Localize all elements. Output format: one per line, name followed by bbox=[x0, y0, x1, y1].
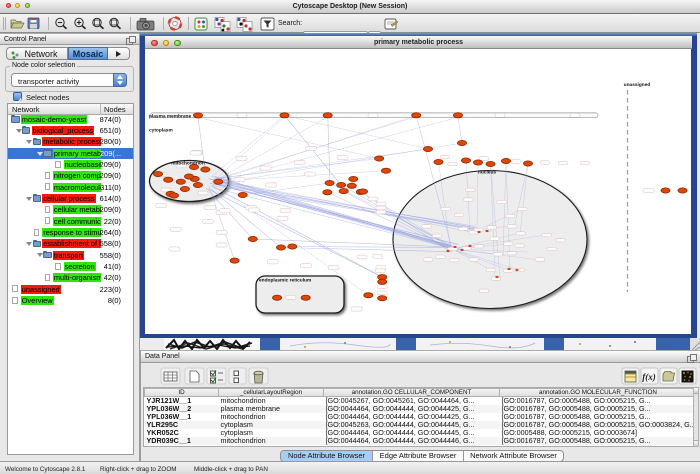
svg-text:plasma membrane: plasma membrane bbox=[149, 114, 191, 120]
svg-text:f(x): f(x) bbox=[642, 372, 656, 382]
svg-text:endoplasmic reticulum: endoplasmic reticulum bbox=[259, 278, 311, 284]
svg-text:unassigned: unassigned bbox=[624, 82, 651, 88]
svg-text:cytoplasm: cytoplasm bbox=[149, 128, 173, 134]
svg-text:mitochondrion: mitochondrion bbox=[171, 161, 205, 167]
svg-text:nucleus: nucleus bbox=[478, 170, 496, 176]
